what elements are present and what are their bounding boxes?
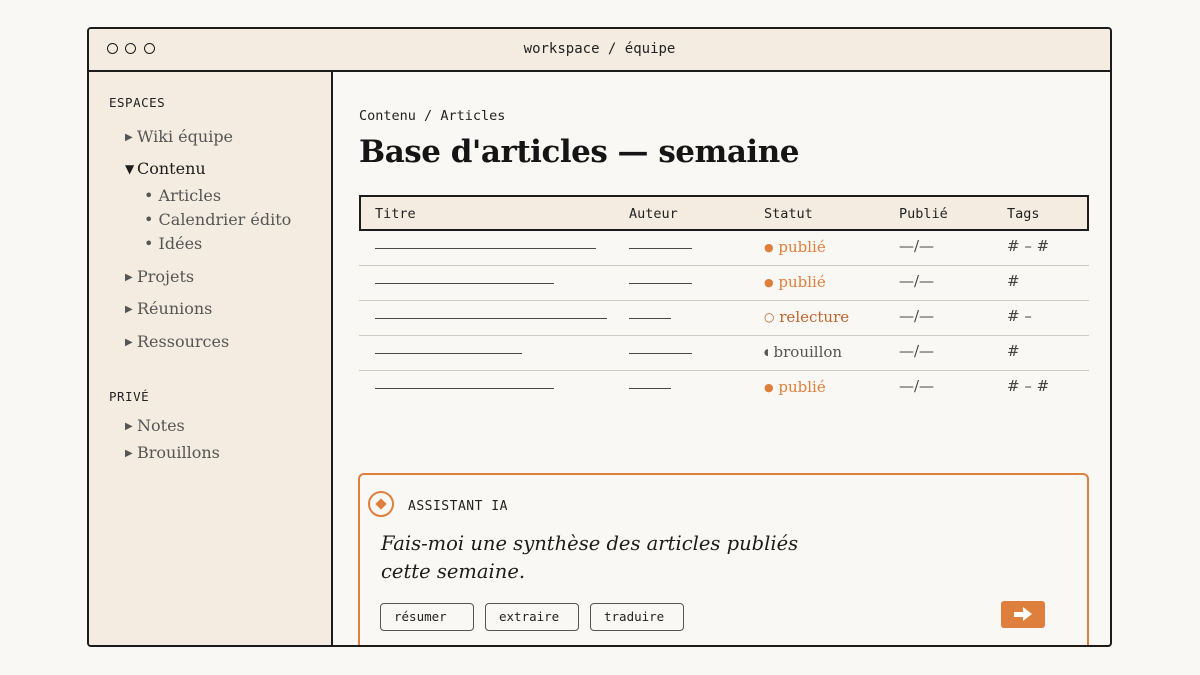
author-placeholder-line xyxy=(629,388,671,389)
breadcrumb-articles[interactable]: Articles xyxy=(440,108,505,124)
tags-cell: # xyxy=(1007,342,1020,360)
page-title: Base d'articles — semaine xyxy=(359,134,799,170)
sidebar-subitem-idees[interactable]: • Idées xyxy=(144,234,202,253)
sidebar-item-notes[interactable]: ▶ Notes xyxy=(125,416,185,435)
published-date: —/— xyxy=(899,307,935,325)
table-row[interactable]: ◖ brouillon —/— # xyxy=(359,336,1089,371)
author-placeholder-line xyxy=(629,248,692,249)
assistant-diamond-icon xyxy=(368,491,394,517)
sidebar-item-label: Wiki équipe xyxy=(137,127,234,146)
caret-right-icon: ▶ xyxy=(125,272,133,283)
sidebar-section-espaces: ESPACES xyxy=(109,95,166,110)
window-title: workspace / équipe xyxy=(523,41,676,57)
tags-cell: # – # xyxy=(1007,377,1050,395)
status-dot-filled-icon: ● xyxy=(764,381,774,394)
tags-cell: # – # xyxy=(1007,237,1050,255)
title-placeholder-line xyxy=(375,248,596,249)
caret-right-icon: ▶ xyxy=(125,304,133,315)
sidebar-item-ressources[interactable]: ▶ Ressources xyxy=(125,332,229,351)
tags-cell: # xyxy=(1007,272,1020,290)
title-placeholder-line xyxy=(375,318,607,319)
send-button[interactable] xyxy=(1001,601,1045,628)
table-header: Titre Auteur Statut Publié Tags xyxy=(359,195,1089,231)
author-placeholder-line xyxy=(629,283,692,284)
table-row[interactable]: ● publié —/— # xyxy=(359,266,1089,301)
table-row[interactable]: ○ relecture —/— # – xyxy=(359,301,1089,336)
sidebar-item-brouillons[interactable]: ▶ Brouillons xyxy=(125,443,220,462)
sidebar-item-label: Ressources xyxy=(137,332,230,351)
articles-table: Titre Auteur Statut Publié Tags ● publié… xyxy=(359,195,1089,406)
caret-down-icon: ▼ xyxy=(125,162,135,176)
table-row[interactable]: ● publié —/— # – # xyxy=(359,371,1089,406)
sidebar-section-prive: PRIVÉ xyxy=(109,389,150,404)
status-badge: ● publié xyxy=(764,273,826,291)
status-dot-filled-icon: ● xyxy=(764,241,774,254)
status-badge: ● publié xyxy=(764,238,826,256)
column-header-statut[interactable]: Statut xyxy=(764,206,813,222)
sidebar: ESPACES ▶ Wiki équipe ▼ Contenu • Articles… xyxy=(89,72,333,645)
breadcrumb-contenu[interactable]: Contenu xyxy=(359,108,416,124)
published-date: —/— xyxy=(899,237,935,255)
published-date: —/— xyxy=(899,342,935,360)
column-header-titre[interactable]: Titre xyxy=(375,206,416,222)
ai-assistant-panel: ASSISTANT IA Fais-moi une synthèse des a… xyxy=(358,473,1089,645)
app-window: workspace / équipe ESPACES ▶ Wiki équipe … xyxy=(87,27,1112,647)
chip-resumer[interactable]: résumer xyxy=(380,603,474,631)
status-badge: ● publié xyxy=(764,378,826,396)
caret-right-icon: ▶ xyxy=(125,337,133,348)
status-dot-filled-icon: ● xyxy=(764,276,774,289)
caret-right-icon: ▶ xyxy=(125,132,133,143)
breadcrumb-separator: / xyxy=(424,108,433,124)
tags-cell: # – xyxy=(1007,307,1032,325)
bullet-icon: • xyxy=(144,210,159,229)
breadcrumb: Contenu / Articles xyxy=(359,108,505,124)
sidebar-item-label: Contenu xyxy=(137,159,206,178)
caret-right-icon: ▶ xyxy=(125,421,133,432)
status-badge: ○ relecture xyxy=(764,308,850,326)
bullet-icon: • xyxy=(144,186,159,205)
caret-right-icon: ▶ xyxy=(125,448,133,459)
column-header-tags[interactable]: Tags xyxy=(1007,206,1040,222)
sidebar-subitem-calendrier-edito[interactable]: • Calendrier édito xyxy=(144,210,291,229)
sidebar-item-label: Réunions xyxy=(137,299,213,318)
published-date: —/— xyxy=(899,272,935,290)
chip-extraire[interactable]: extraire xyxy=(485,603,579,631)
published-date: —/— xyxy=(899,377,935,395)
author-placeholder-line xyxy=(629,318,671,319)
sidebar-item-wiki-equipe[interactable]: ▶ Wiki équipe xyxy=(125,127,233,146)
table-row[interactable]: ● publié —/— # – # xyxy=(359,231,1089,266)
sidebar-item-projets[interactable]: ▶ Projets xyxy=(125,267,194,286)
sidebar-item-label: Projets xyxy=(137,267,195,286)
sidebar-item-reunions[interactable]: ▶ Réunions xyxy=(125,299,212,318)
sidebar-item-label: Brouillons xyxy=(137,443,220,462)
author-placeholder-line xyxy=(629,353,692,354)
status-badge: ◖ brouillon xyxy=(764,343,843,361)
column-header-publie[interactable]: Publié xyxy=(899,206,948,222)
title-bar: workspace / équipe xyxy=(89,29,1110,72)
bullet-icon: • xyxy=(144,234,159,253)
title-placeholder-line xyxy=(375,283,554,284)
assistant-prompt-input[interactable]: Fais-moi une synthèse des articles publi… xyxy=(381,530,801,586)
status-dot-half-icon: ◖ xyxy=(764,348,769,358)
sidebar-subitem-articles[interactable]: • Articles xyxy=(144,186,221,205)
main-content: Contenu / Articles Base d'articles — sem… xyxy=(333,72,1110,645)
title-placeholder-line xyxy=(375,353,522,354)
chip-traduire[interactable]: traduire xyxy=(590,603,684,631)
sidebar-item-label: Notes xyxy=(137,416,185,435)
sidebar-item-contenu[interactable]: ▼ Contenu xyxy=(125,159,206,178)
title-placeholder-line xyxy=(375,388,554,389)
status-dot-outline-icon: ○ xyxy=(764,310,775,324)
column-header-auteur[interactable]: Auteur xyxy=(629,206,678,222)
assistant-label: ASSISTANT IA xyxy=(408,499,508,514)
